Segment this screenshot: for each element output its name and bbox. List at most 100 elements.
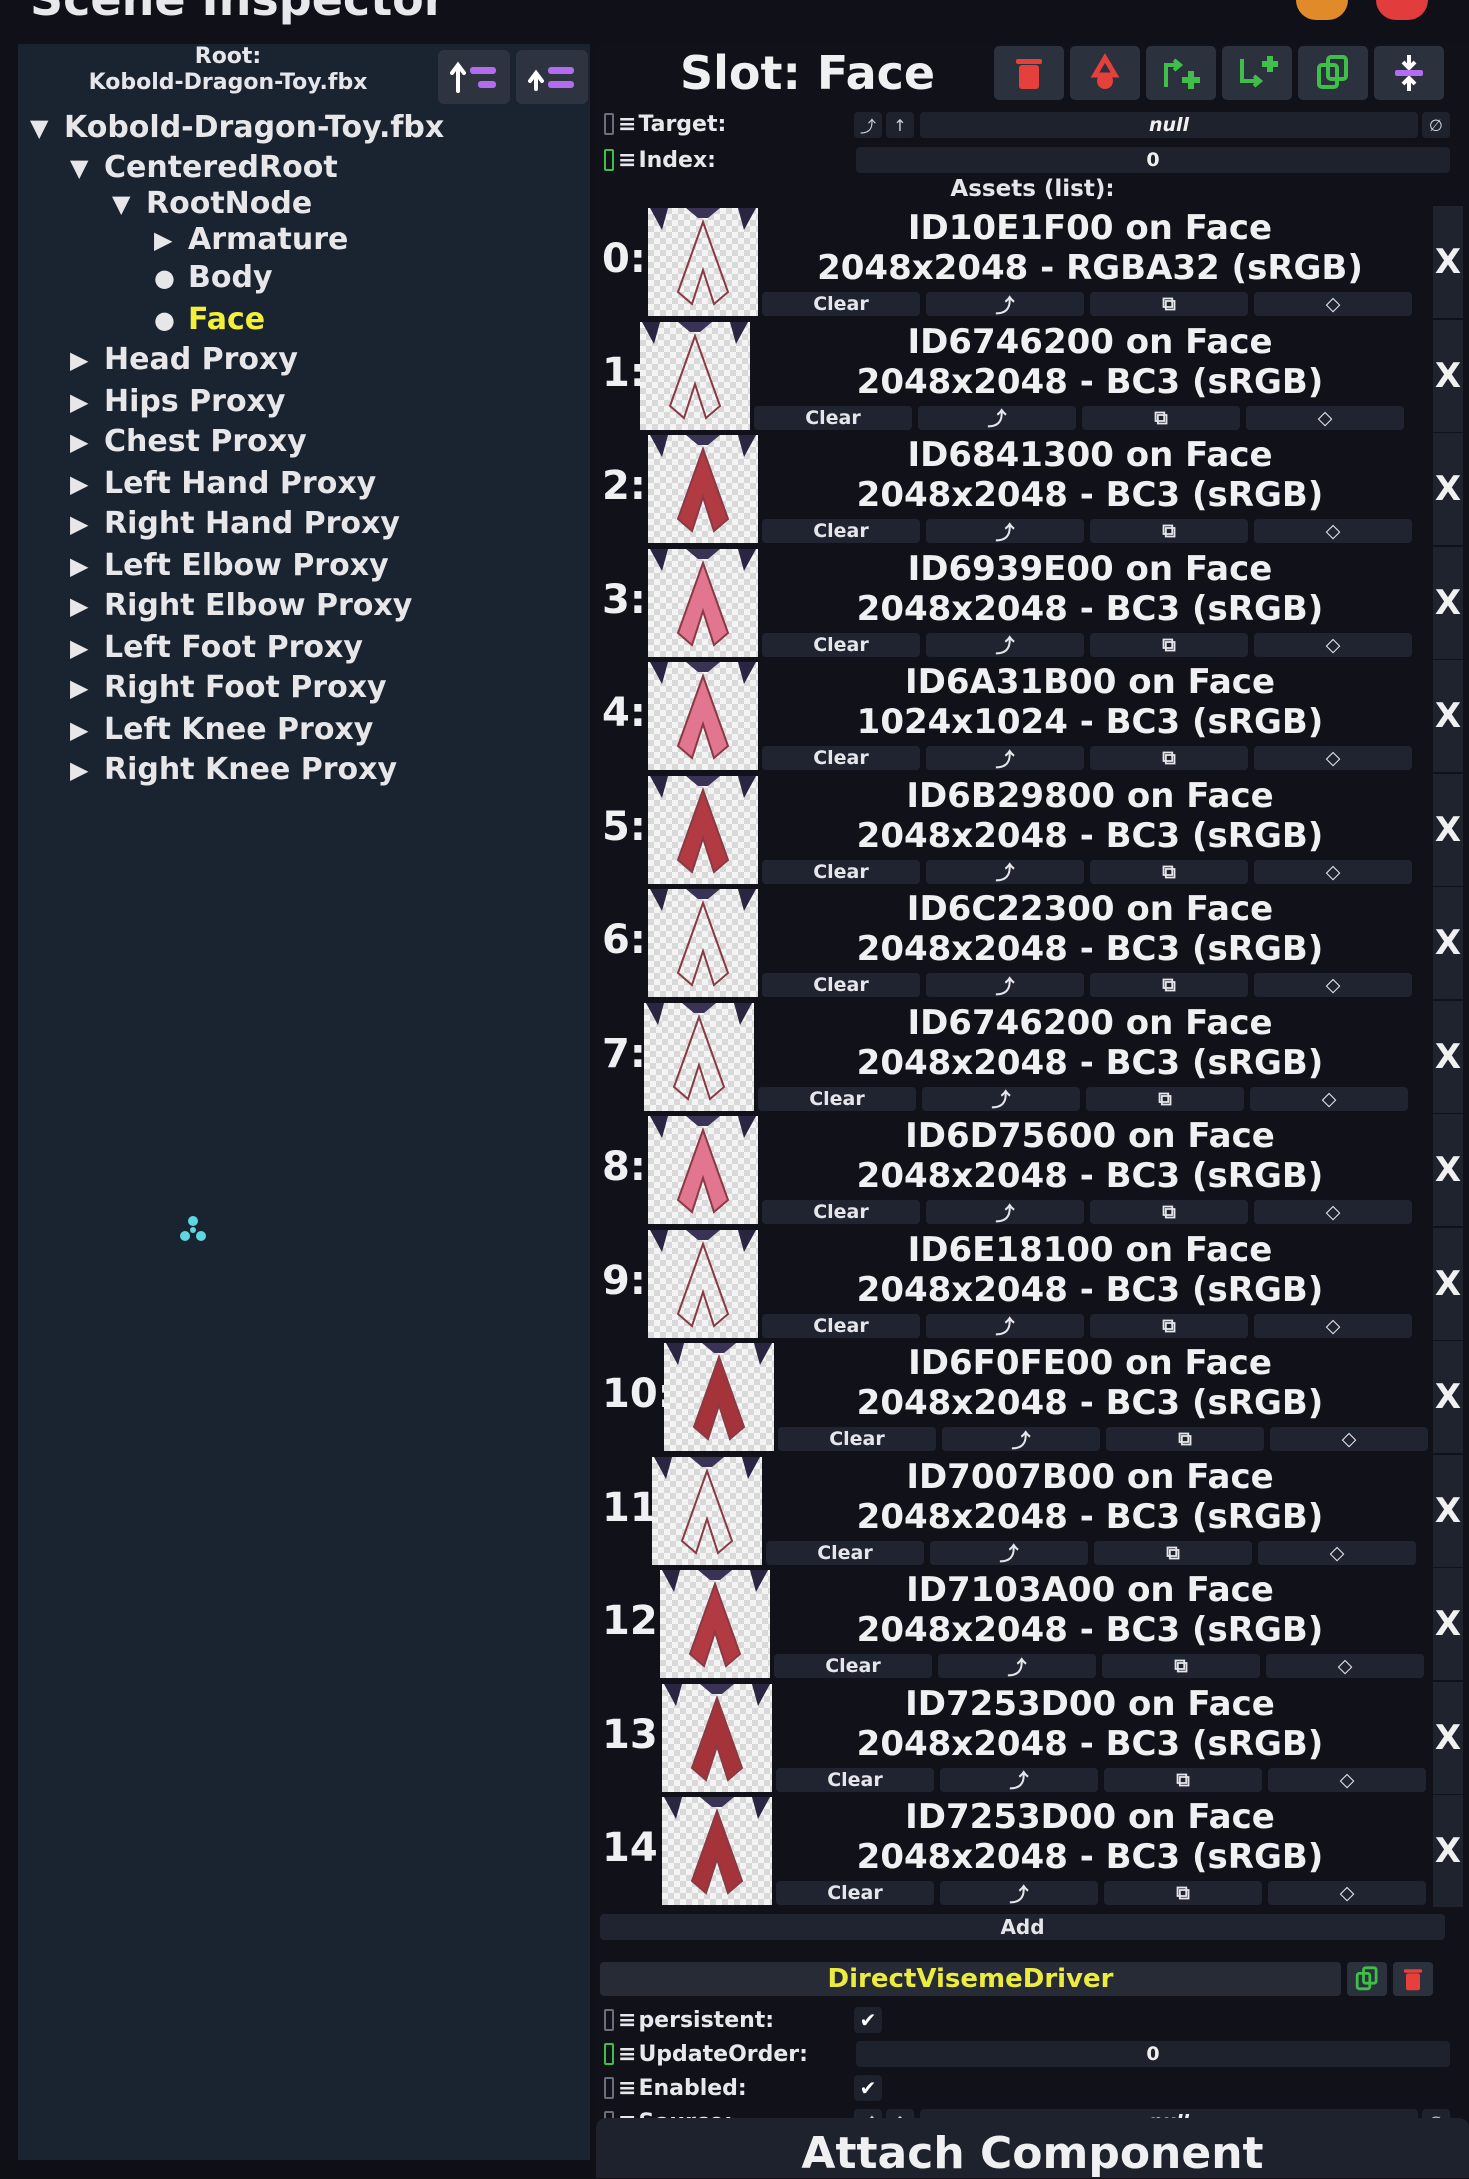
target-value[interactable]: null <box>920 112 1418 138</box>
collapse-arrow-icon[interactable]: ▶ <box>70 716 98 744</box>
field-drag-handle[interactable] <box>604 2009 614 2031</box>
texture-thumbnail[interactable] <box>648 889 758 997</box>
remove-asset-button[interactable]: X <box>1433 1000 1463 1113</box>
collapse-slot-button[interactable] <box>1374 46 1444 100</box>
tag-asset-button[interactable]: ◇ <box>1266 1654 1424 1678</box>
update-order-input[interactable]: 0 <box>856 2041 1450 2067</box>
add-asset-button[interactable]: Add <box>600 1914 1445 1940</box>
field-drag-handle[interactable] <box>604 113 614 135</box>
tag-asset-button[interactable]: ◇ <box>1254 1200 1412 1224</box>
jump-to-asset-button[interactable]: ⤴ <box>940 1767 1098 1792</box>
texture-thumbnail[interactable] <box>662 1683 772 1792</box>
clear-asset-button[interactable]: Clear <box>766 1540 924 1565</box>
texture-thumbnail[interactable] <box>648 1229 758 1338</box>
root-parent-button[interactable] <box>516 50 588 104</box>
remove-asset-button[interactable]: X <box>1433 1227 1463 1340</box>
destroy-preserve-assets-button[interactable] <box>1070 46 1140 100</box>
tag-asset-button[interactable]: ◇ <box>1254 973 1412 997</box>
clear-asset-button[interactable]: Clear <box>762 973 920 997</box>
collapse-arrow-icon[interactable]: ▶ <box>70 388 98 416</box>
clear-asset-button[interactable]: Clear <box>762 292 920 316</box>
tag-asset-button[interactable]: ◇ <box>1268 1767 1426 1792</box>
copy-asset-button[interactable]: ⧉ <box>1086 1086 1244 1111</box>
target-jump-button[interactable]: ⤴ <box>854 112 882 138</box>
texture-thumbnail[interactable] <box>648 208 758 316</box>
clear-asset-button[interactable]: Clear <box>762 1313 920 1338</box>
target-clear-button[interactable]: ∅ <box>1422 112 1450 138</box>
tag-asset-button[interactable]: ◇ <box>1254 859 1412 884</box>
tree-item[interactable]: ▶ Left Knee Proxy <box>70 712 373 747</box>
checkbox[interactable]: ✔ <box>854 2075 882 2101</box>
collapse-arrow-icon[interactable]: ▶ <box>70 552 98 580</box>
target-up-button[interactable]: ↑ <box>886 112 914 138</box>
expand-arrow-icon[interactable]: ▼ <box>112 190 140 218</box>
texture-thumbnail[interactable] <box>648 662 758 770</box>
tree-item[interactable]: ▶ Chest Proxy <box>70 424 307 459</box>
jump-to-asset-button[interactable]: ⤴ <box>926 859 1084 884</box>
copy-asset-button[interactable]: ⧉ <box>1082 405 1240 430</box>
clear-asset-button[interactable]: Clear <box>776 1767 934 1792</box>
clear-asset-button[interactable]: Clear <box>762 519 920 543</box>
jump-to-asset-button[interactable]: ⤴ <box>926 1200 1084 1225</box>
tag-asset-button[interactable]: ◇ <box>1254 1313 1412 1338</box>
collapse-arrow-icon[interactable]: ▶ <box>70 634 98 662</box>
tree-item[interactable]: ▶ Right Knee Proxy <box>70 752 397 787</box>
component-header[interactable]: DirectVisemeDriver <box>600 1962 1341 1996</box>
texture-thumbnail[interactable] <box>648 775 758 884</box>
jump-to-asset-button[interactable]: ⤴ <box>918 405 1076 430</box>
remove-asset-button[interactable]: X <box>1433 1454 1463 1567</box>
jump-to-asset-button[interactable]: ⤴ <box>926 292 1084 317</box>
tree-item[interactable]: ▼ RootNode <box>112 186 312 221</box>
collapse-arrow-icon[interactable]: ▶ <box>70 470 98 498</box>
remove-asset-button[interactable]: X <box>1433 887 1463 999</box>
texture-thumbnail[interactable] <box>648 548 758 657</box>
tree-item[interactable]: ▶ Left Elbow Proxy <box>70 548 389 583</box>
clear-asset-button[interactable]: Clear <box>758 1086 916 1111</box>
clear-asset-button[interactable]: Clear <box>762 1200 920 1224</box>
tree-item[interactable]: ▶ Armature <box>154 222 348 257</box>
jump-to-asset-button[interactable]: ⤴ <box>942 1427 1100 1452</box>
remove-asset-button[interactable]: X <box>1433 773 1463 886</box>
tree-item[interactable]: ▶ Right Elbow Proxy <box>70 588 412 623</box>
remove-asset-button[interactable]: X <box>1433 660 1463 772</box>
copy-asset-button[interactable]: ⧉ <box>1090 292 1248 316</box>
tree-item[interactable]: ● Body <box>154 260 273 295</box>
remove-asset-button[interactable]: X <box>1433 1795 1463 1907</box>
copy-asset-button[interactable]: ⧉ <box>1090 859 1248 884</box>
tag-asset-button[interactable]: ◇ <box>1246 405 1404 430</box>
remove-asset-button[interactable]: X <box>1433 546 1463 659</box>
collapse-arrow-icon[interactable]: ▶ <box>70 674 98 702</box>
index-input[interactable]: 0 <box>856 147 1450 173</box>
tag-asset-button[interactable]: ◇ <box>1258 1540 1416 1565</box>
copy-asset-button[interactable]: ⧉ <box>1090 632 1248 657</box>
jump-to-asset-button[interactable]: ⤴ <box>926 632 1084 657</box>
remove-asset-button[interactable]: X <box>1433 433 1463 545</box>
duplicate-slot-button[interactable] <box>1298 46 1368 100</box>
remove-asset-button[interactable]: X <box>1433 319 1463 432</box>
remove-asset-button[interactable]: X <box>1433 1114 1463 1226</box>
collapse-arrow-icon[interactable]: ▶ <box>70 346 98 374</box>
jump-to-asset-button[interactable]: ⤴ <box>938 1654 1096 1679</box>
texture-thumbnail[interactable] <box>664 1343 774 1451</box>
clear-asset-button[interactable]: Clear <box>754 405 912 430</box>
tree-item[interactable]: ▼ CenteredRoot <box>70 150 338 185</box>
destroy-slot-button[interactable] <box>994 46 1064 100</box>
clear-asset-button[interactable]: Clear <box>762 746 920 770</box>
copy-asset-button[interactable]: ⧉ <box>1104 1881 1262 1905</box>
clear-asset-button[interactable]: Clear <box>774 1654 932 1678</box>
collapse-arrow-icon[interactable]: ▶ <box>70 756 98 784</box>
expand-arrow-icon[interactable]: ▼ <box>70 154 98 182</box>
texture-thumbnail[interactable] <box>662 1797 772 1905</box>
clear-asset-button[interactable]: Clear <box>762 632 920 657</box>
collapse-arrow-icon[interactable]: ▶ <box>70 428 98 456</box>
copy-asset-button[interactable]: ⧉ <box>1090 973 1248 997</box>
field-drag-handle[interactable] <box>604 2077 614 2099</box>
copy-asset-button[interactable]: ⧉ <box>1106 1427 1264 1451</box>
remove-component-button[interactable] <box>1393 1962 1433 1996</box>
tag-asset-button[interactable]: ◇ <box>1250 1086 1408 1111</box>
texture-thumbnail[interactable] <box>648 1116 758 1224</box>
jump-to-asset-button[interactable]: ⤴ <box>940 1881 1098 1906</box>
copy-asset-button[interactable]: ⧉ <box>1104 1767 1262 1792</box>
texture-thumbnail[interactable] <box>640 321 750 430</box>
tag-asset-button[interactable]: ◇ <box>1268 1881 1426 1905</box>
